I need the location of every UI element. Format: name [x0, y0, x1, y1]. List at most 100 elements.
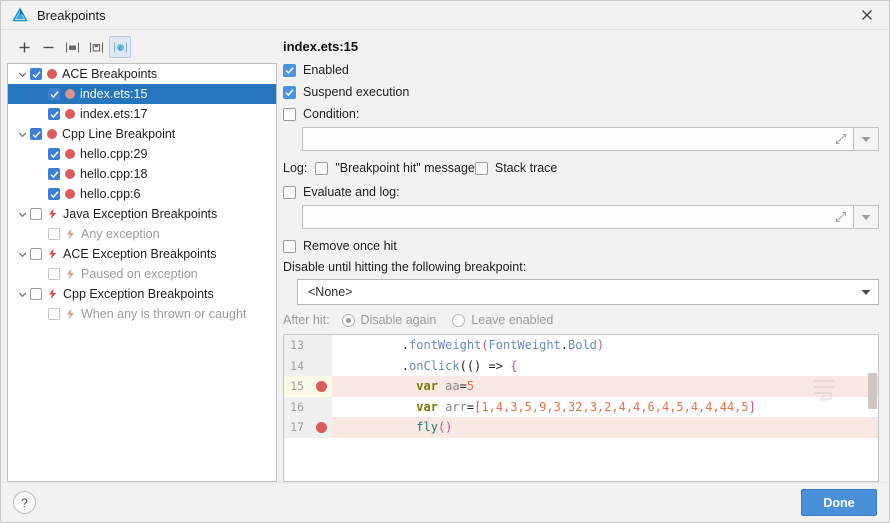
- group-breakpoints-button[interactable]: [61, 36, 83, 58]
- tree-row[interactable]: index.ets:17: [8, 104, 276, 124]
- tree-row[interactable]: hello.cpp:18: [8, 164, 276, 184]
- chevron-down-icon: [861, 136, 871, 142]
- breakpoints-left-panel: c ACE Breakpoints index.ets:15 index.ets:1…: [1, 30, 277, 482]
- tree-item-checkbox[interactable]: [30, 288, 42, 300]
- tree-item-checkbox[interactable]: [48, 188, 60, 200]
- tree-row[interactable]: Cpp Exception Breakpoints: [8, 284, 276, 304]
- tree-row[interactable]: ACE Exception Breakpoints: [8, 244, 276, 264]
- evaluate-history-dropdown[interactable]: [853, 205, 879, 229]
- tree-row[interactable]: Cpp Line Breakpoint: [8, 124, 276, 144]
- add-breakpoint-button[interactable]: [13, 36, 35, 58]
- condition-checkbox[interactable]: [283, 107, 296, 121]
- tree-item-label: ACE Exception Breakpoints: [63, 247, 217, 261]
- code-preview-scrollbar[interactable]: [868, 373, 877, 409]
- suspend-execution-checkbox[interactable]: [283, 85, 296, 99]
- chevron-down-icon[interactable]: [854, 289, 878, 296]
- condition-history-dropdown[interactable]: [853, 127, 879, 151]
- tree-item-checkbox[interactable]: [30, 248, 42, 260]
- help-button[interactable]: ?: [13, 491, 36, 514]
- code-line-number: 13: [284, 335, 310, 356]
- log-row: Log: "Breakpoint hit" message Stack trac…: [283, 161, 879, 175]
- breakpoint-marker-icon[interactable]: [310, 376, 332, 397]
- tree-row[interactable]: Any exception: [8, 224, 276, 244]
- tree-item-checkbox[interactable]: [48, 148, 60, 160]
- tree-item-checkbox[interactable]: [48, 88, 60, 100]
- remove-breakpoint-button[interactable]: [37, 36, 59, 58]
- condition-row[interactable]: Condition:: [283, 107, 879, 121]
- tree-row[interactable]: ACE Breakpoints: [8, 64, 276, 84]
- condition-input[interactable]: [302, 127, 853, 151]
- soft-wrap-watermark-icon: [812, 377, 838, 404]
- disable-until-dropdown[interactable]: <None>: [297, 279, 879, 305]
- chevron-down-icon[interactable]: [14, 130, 30, 139]
- tree-row[interactable]: hello.cpp:29: [8, 144, 276, 164]
- after-hit-option-leave-enabled[interactable]: Leave enabled: [452, 313, 553, 327]
- log-breakpoint-hit-checkbox[interactable]: [315, 161, 329, 175]
- enabled-row[interactable]: Enabled: [283, 63, 879, 77]
- exception-bolt-icon: [65, 308, 76, 320]
- code-line[interactable]: 14 .onClick(() => {: [284, 355, 878, 376]
- tree-row[interactable]: When any is thrown or caught: [8, 304, 276, 324]
- code-preview[interactable]: 13 .fontWeight(FontWeight.Bold) 14 .onCli…: [283, 334, 879, 482]
- breakpoints-tree[interactable]: ACE Breakpoints index.ets:15 index.ets:17 C…: [7, 63, 277, 482]
- expand-diagonal-icon[interactable]: [835, 133, 847, 145]
- chevron-down-icon[interactable]: [14, 210, 30, 219]
- enabled-checkbox[interactable]: [283, 63, 296, 77]
- exception-bolt-icon: [65, 268, 76, 280]
- expand-diagonal-icon[interactable]: [835, 211, 847, 223]
- suspend-execution-label: Suspend execution: [303, 85, 410, 99]
- breakpoint-dot-icon: [47, 69, 57, 79]
- tree-item-checkbox[interactable]: [48, 168, 60, 180]
- suspend-execution-row[interactable]: Suspend execution: [283, 85, 879, 99]
- tree-item-label: When any is thrown or caught: [81, 307, 247, 321]
- evaluate-and-log-row[interactable]: Evaluate and log:: [283, 185, 879, 199]
- code-line[interactable]: 17 fly(): [284, 417, 878, 438]
- tree-item-checkbox[interactable]: [30, 208, 42, 220]
- tree-item-checkbox[interactable]: [30, 68, 42, 80]
- code-gutter-marker-slot[interactable]: [310, 396, 332, 417]
- save-breakpoints-button[interactable]: [85, 36, 107, 58]
- exception-bolt-icon: [47, 288, 58, 300]
- svg-text:c: c: [118, 45, 122, 52]
- log-stack-trace-checkbox[interactable]: [474, 161, 488, 175]
- code-line-text: var aa=5: [416, 379, 475, 394]
- tree-row[interactable]: index.ets:15: [8, 84, 276, 104]
- code-line-text: fly(): [416, 420, 453, 435]
- tree-row[interactable]: Java Exception Breakpoints: [8, 204, 276, 224]
- tree-item-label: ACE Breakpoints: [62, 67, 158, 81]
- plus-icon: [19, 42, 29, 52]
- exception-bolt-icon: [47, 248, 58, 260]
- after-hit-option-disable-again[interactable]: Disable again: [341, 313, 437, 327]
- remove-once-hit-checkbox[interactable]: [283, 239, 296, 253]
- tree-item-checkbox[interactable]: [48, 308, 60, 320]
- chevron-down-icon[interactable]: [14, 70, 30, 79]
- tree-item-label: Paused on exception: [81, 267, 198, 281]
- evaluate-and-log-input[interactable]: [302, 205, 853, 229]
- breakpoint-dot-icon: [47, 129, 57, 139]
- tree-row[interactable]: hello.cpp:6: [8, 184, 276, 204]
- tree-row[interactable]: Paused on exception: [8, 264, 276, 284]
- tree-item-checkbox[interactable]: [48, 228, 60, 240]
- breakpoint-dot-icon: [65, 169, 75, 179]
- code-gutter-marker-slot[interactable]: [310, 335, 332, 356]
- done-button[interactable]: Done: [801, 489, 877, 516]
- breakpoint-marker-icon[interactable]: [310, 417, 332, 438]
- tree-item-checkbox[interactable]: [30, 128, 42, 140]
- tree-item-label: Any exception: [81, 227, 160, 241]
- code-gutter-marker-slot[interactable]: [310, 355, 332, 376]
- remove-once-hit-row[interactable]: Remove once hit: [283, 239, 879, 253]
- code-line[interactable]: 16 var arr=[1,4,3,5,9,3,32,3,2,4,4,6,4,5…: [284, 396, 878, 417]
- chevron-down-icon[interactable]: [14, 290, 30, 299]
- radio-disable-again[interactable]: [341, 313, 355, 327]
- evaluate-and-log-checkbox[interactable]: [283, 185, 296, 199]
- after-hit-disable-again-label: Disable again: [360, 313, 437, 327]
- tree-item-checkbox[interactable]: [48, 108, 60, 120]
- code-line[interactable]: 15 var aa=5: [284, 376, 878, 397]
- tree-item-checkbox[interactable]: [48, 268, 60, 280]
- code-line[interactable]: 13 .fontWeight(FontWeight.Bold): [284, 335, 878, 356]
- mute-breakpoints-button[interactable]: c: [109, 36, 131, 58]
- radio-leave-enabled[interactable]: [452, 313, 466, 327]
- close-button[interactable]: [845, 1, 889, 28]
- exception-bolt-icon: [65, 228, 76, 240]
- chevron-down-icon[interactable]: [14, 250, 30, 259]
